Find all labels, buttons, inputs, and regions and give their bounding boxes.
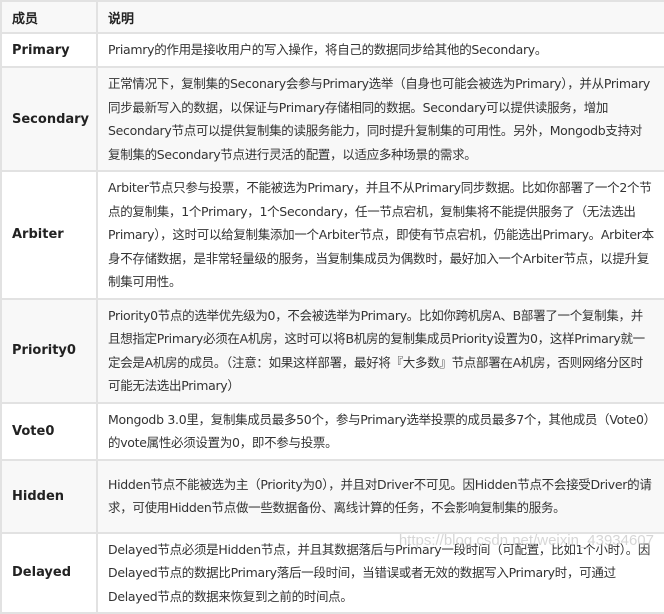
table-row: Secondary 正常情况下，复制集的Seconary会参与Primary选举… (0, 66, 664, 172)
member-description: Priamry的作用是接收用户的写入操作，将自己的数据同步给其他的Seconda… (96, 32, 664, 68)
member-name: Secondary (0, 66, 98, 172)
member-description: Delayed节点必须是Hidden节点，并且其数据落后与Primary一段时间… (96, 531, 664, 614)
member-description: Hidden节点不能被选为主（Priority为0），并且对Driver不可见。… (96, 458, 664, 534)
member-name: Hidden (0, 458, 98, 534)
member-description: Mongodb 3.0里，复制集成员最多50个，参与Primary选举投票的成员… (96, 401, 664, 461)
header-description: 说明 (96, 0, 664, 34)
member-name: Priority0 (0, 297, 98, 404)
table-row: Hidden Hidden节点不能被选为主（Priority为0），并且对Dri… (0, 458, 664, 534)
table-row: Primary Priamry的作用是接收用户的写入操作，将自己的数据同步给其他… (0, 32, 664, 68)
table-row: Vote0 Mongodb 3.0里，复制集成员最多50个，参与Primary选… (0, 401, 664, 461)
table-row: Arbiter Arbiter节点只参与投票，不能被选为Primary，并且不从… (0, 170, 664, 300)
table-header-row: 成员 说明 (0, 0, 664, 34)
member-name: Vote0 (0, 401, 98, 461)
member-description: Priority0节点的选举优先级为0，不会被选举为Primary。比如你跨机房… (96, 297, 664, 404)
member-name: Arbiter (0, 170, 98, 300)
member-name: Primary (0, 32, 98, 68)
replica-set-members-table: 成员 说明 Primary Priamry的作用是接收用户的写入操作，将自己的数… (0, 0, 664, 614)
member-description: Arbiter节点只参与投票，不能被选为Primary，并且不从Primary同… (96, 170, 664, 300)
header-member: 成员 (0, 0, 98, 34)
table-row: Delayed Delayed节点必须是Hidden节点，并且其数据落后与Pri… (0, 531, 664, 614)
member-name: Delayed (0, 531, 98, 614)
table-row: Priority0 Priority0节点的选举优先级为0，不会被选举为Prim… (0, 297, 664, 404)
member-description: 正常情况下，复制集的Seconary会参与Primary选举（自身也可能会被选为… (96, 66, 664, 172)
